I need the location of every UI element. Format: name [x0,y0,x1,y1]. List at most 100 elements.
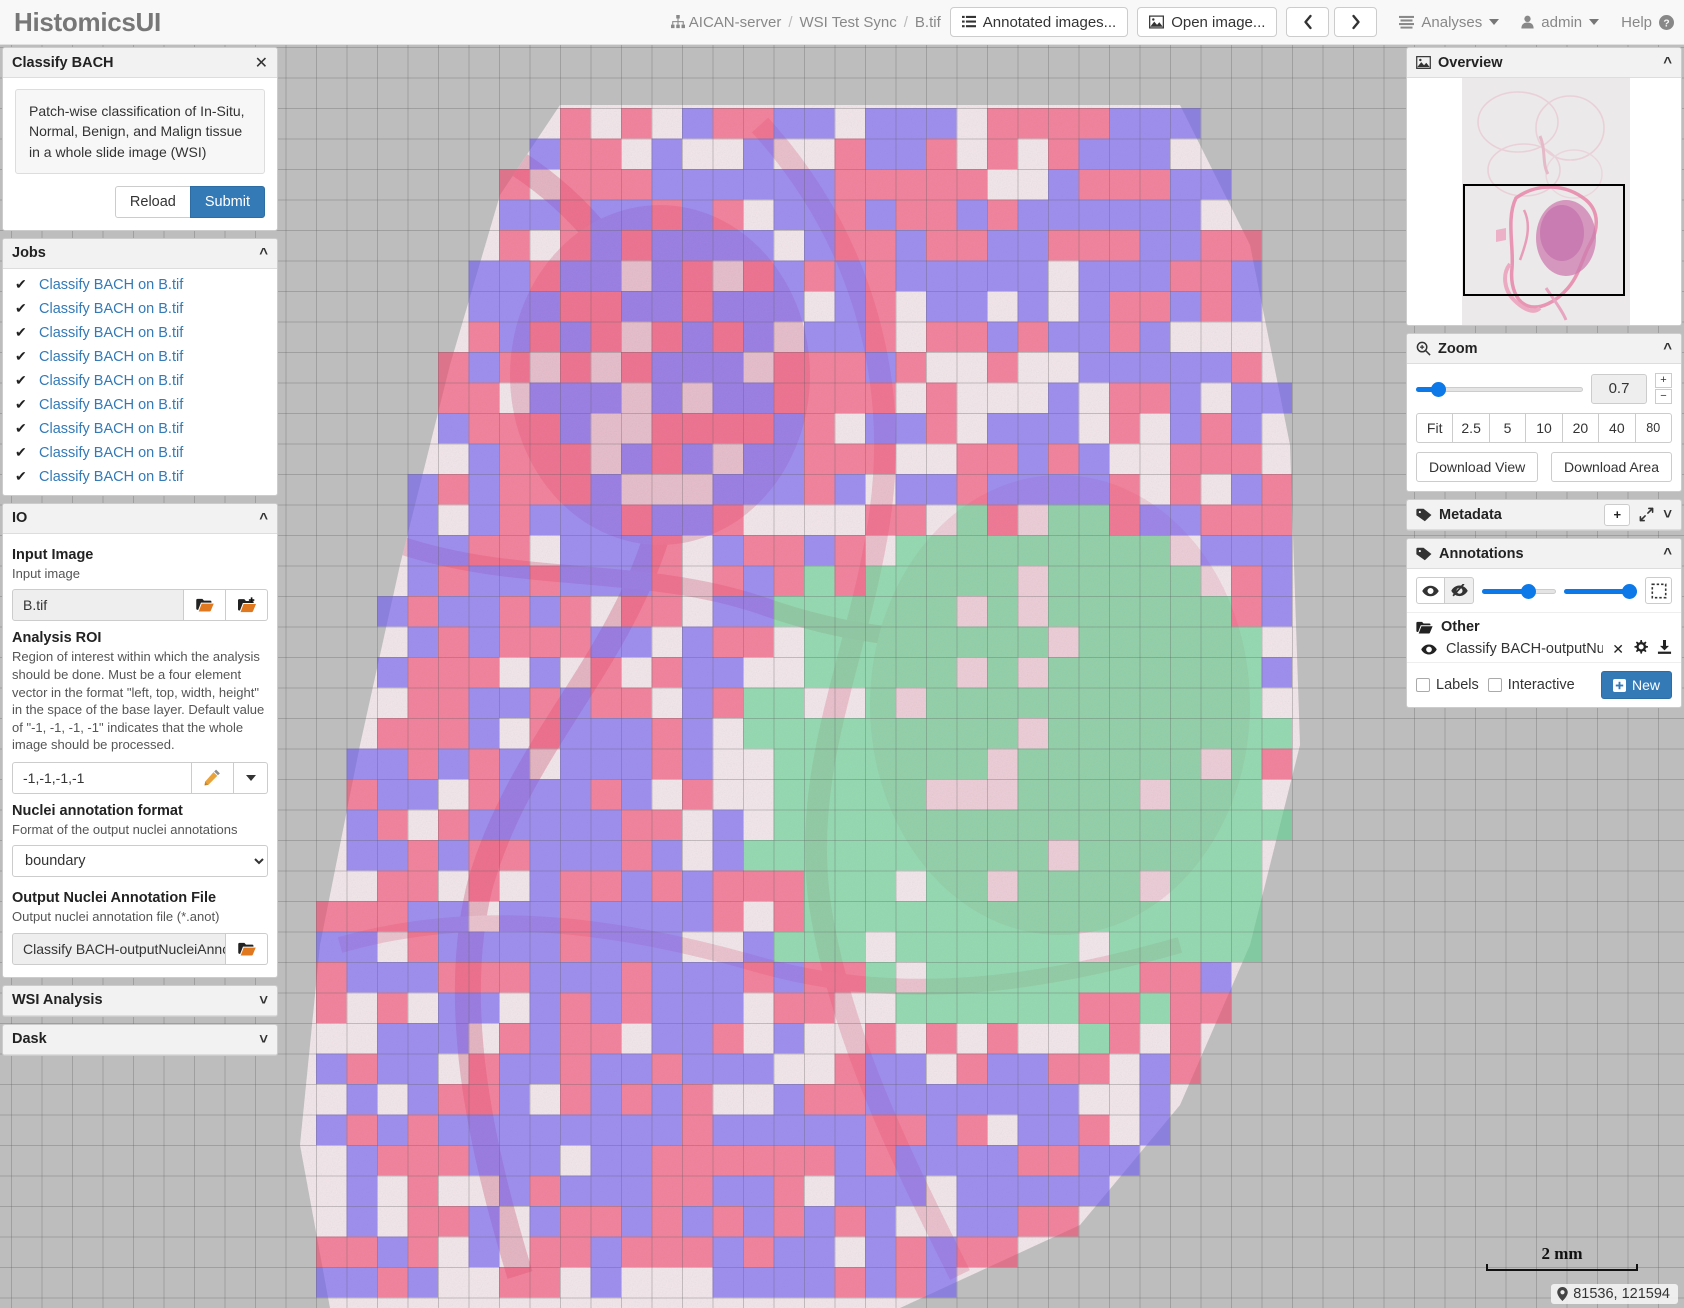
breadcrumb-item-file[interactable]: B.tif [915,14,941,31]
job-link[interactable]: Classify BACH on B.tif [39,469,183,485]
zoom-value[interactable]: 0.7 [1591,373,1647,404]
metadata-panel: Metadata + ˅ [1406,499,1682,531]
labels-checkbox[interactable]: Labels [1416,677,1479,693]
nuclei-format-select[interactable]: boundary [12,845,268,878]
download-view-button[interactable]: Download View [1416,452,1539,482]
size-slider-knob[interactable] [1622,583,1637,599]
zoom-level-5[interactable]: 5 [1489,413,1527,443]
next-image-button[interactable] [1334,7,1378,37]
annotation-opacity-slider[interactable] [1482,583,1556,599]
hide-all-icon[interactable] [1445,577,1474,604]
job-row[interactable]: ✔ Classify BACH on B.tif [3,297,277,321]
job-row[interactable]: ✔ Classify BACH on B.tif [3,465,277,489]
annotations-header[interactable]: Annotations ^ [1407,539,1681,569]
breadcrumb-item-folder[interactable]: WSI Test Sync [799,14,896,31]
chevron-up-icon[interactable]: ^ [1663,55,1672,70]
zoom-level-fit[interactable]: Fit [1416,413,1454,443]
chevron-down-icon[interactable]: ˅ [259,993,268,1008]
analysis-roi-group: -1,-1,-1,-1 [12,761,268,794]
user-menu[interactable]: admin [1521,14,1600,31]
roi-dropdown-icon[interactable] [234,761,268,794]
reload-button[interactable]: Reload [114,185,191,218]
analyses-menu[interactable]: Analyses [1399,14,1500,31]
interactive-checkbox[interactable]: Interactive [1487,677,1575,693]
chevron-up-icon[interactable]: ^ [259,246,268,261]
job-link[interactable]: Classify BACH on B.tif [39,373,183,389]
annotation-list-item[interactable]: Classify BACH-outputNu... ✕ [1407,638,1681,662]
overview-header[interactable]: Overview ^ [1407,48,1681,78]
browse-folder-icon[interactable] [184,589,226,622]
zoom-increase-button[interactable]: + [1655,373,1672,388]
download-area-button[interactable]: Download Area [1551,452,1672,482]
zoom-level-80[interactable]: 80 [1635,413,1672,443]
job-row[interactable]: ✔ Classify BACH on B.tif [3,393,277,417]
help-menu[interactable]: Help ? [1621,14,1674,31]
overview-thumbnail[interactable] [1407,78,1681,325]
io-header[interactable]: IO ^ [3,503,277,534]
metadata-header[interactable]: Metadata + ˅ [1407,500,1681,530]
annotation-name[interactable]: Classify BACH-outputNu... [1446,641,1603,657]
zoom-level-10[interactable]: 10 [1526,413,1563,443]
opacity-slider-knob[interactable] [1520,583,1536,599]
metadata-add-button[interactable]: + [1604,503,1631,526]
job-row[interactable]: ✔ Classify BACH on B.tif [3,441,277,465]
job-link[interactable]: Classify BACH on B.tif [39,301,183,317]
job-row[interactable]: ✔ Classify BACH on B.tif [3,417,277,441]
submit-button[interactable]: Submit [189,185,265,218]
analysis-roi-input[interactable]: -1,-1,-1,-1 [12,761,192,794]
user-icon [1521,15,1534,29]
new-folder-icon[interactable] [226,589,268,622]
jobs-header[interactable]: Jobs ^ [3,238,277,269]
download-icon[interactable] [1657,640,1672,658]
job-row[interactable]: ✔ Classify BACH on B.tif [3,273,277,297]
input-image-desc: Input image [12,565,80,581]
new-annotation-button[interactable]: New [1600,671,1672,699]
annotated-images-button[interactable]: Annotated images... [949,7,1129,37]
input-image-value[interactable]: B.tif [12,589,184,622]
previous-image-button[interactable] [1286,7,1330,37]
job-link[interactable]: Classify BACH on B.tif [39,349,183,365]
zoom-level-40[interactable]: 40 [1599,413,1636,443]
chevron-up-icon[interactable]: ^ [1663,341,1672,356]
eye-icon[interactable] [1421,644,1437,655]
zoom-level-20[interactable]: 20 [1562,413,1600,443]
job-link[interactable]: Classify BACH on B.tif [39,277,183,293]
output-file-value[interactable]: Classify BACH-outputNucleiAnno [12,932,226,965]
job-row[interactable]: ✔ Classify BACH on B.tif [3,321,277,345]
delete-icon[interactable]: ✕ [1612,641,1624,658]
interactive-checkbox-box[interactable] [1487,678,1502,692]
labels-checkbox-box[interactable] [1416,678,1430,692]
job-link[interactable]: Classify BACH on B.tif [39,397,183,413]
zoom-decrease-button[interactable]: − [1655,389,1672,404]
show-all-icon[interactable] [1416,577,1445,604]
job-link[interactable]: Classify BACH on B.tif [39,445,183,461]
job-link[interactable]: Classify BACH on B.tif [39,325,183,341]
breadcrumb-item-server[interactable]: AICAN-server [689,14,782,31]
job-row[interactable]: ✔ Classify BACH on B.tif [3,345,277,369]
chevron-up-icon[interactable]: ^ [259,511,268,526]
zoom-header[interactable]: Zoom ^ [1407,334,1681,364]
chevron-down-icon[interactable]: ˅ [1663,507,1672,522]
open-image-button[interactable]: Open image... [1137,7,1278,37]
sitemap-icon [670,15,685,29]
chevron-up-icon[interactable]: ^ [1663,546,1672,561]
annotation-size-slider[interactable] [1563,583,1637,599]
select-region-icon[interactable] [1645,577,1672,604]
close-icon[interactable]: ✕ [255,53,268,73]
dask-header[interactable]: Dask ˅ [3,1024,277,1055]
zoom-slider[interactable] [1416,381,1583,397]
wsi-analysis-header[interactable]: WSI Analysis ˅ [3,985,277,1016]
zoom-slider-knob[interactable] [1430,381,1446,397]
zoom-level-2.5[interactable]: 2.5 [1453,413,1490,443]
annotation-group-other[interactable]: Other [1407,613,1681,638]
browse-folder-icon[interactable] [226,932,268,965]
chevron-down-icon[interactable]: ˅ [259,1032,268,1047]
classify-bach-header[interactable]: Classify BACH ✕ [3,48,277,78]
folder-open-icon [1416,621,1433,634]
expand-icon[interactable] [1639,507,1654,522]
job-link[interactable]: Classify BACH on B.tif [39,421,183,437]
gear-icon[interactable] [1633,640,1648,658]
job-row[interactable]: ✔ Classify BACH on B.tif [3,369,277,393]
overview-viewport-box[interactable] [1463,184,1625,296]
edit-pencil-icon[interactable] [192,761,234,794]
